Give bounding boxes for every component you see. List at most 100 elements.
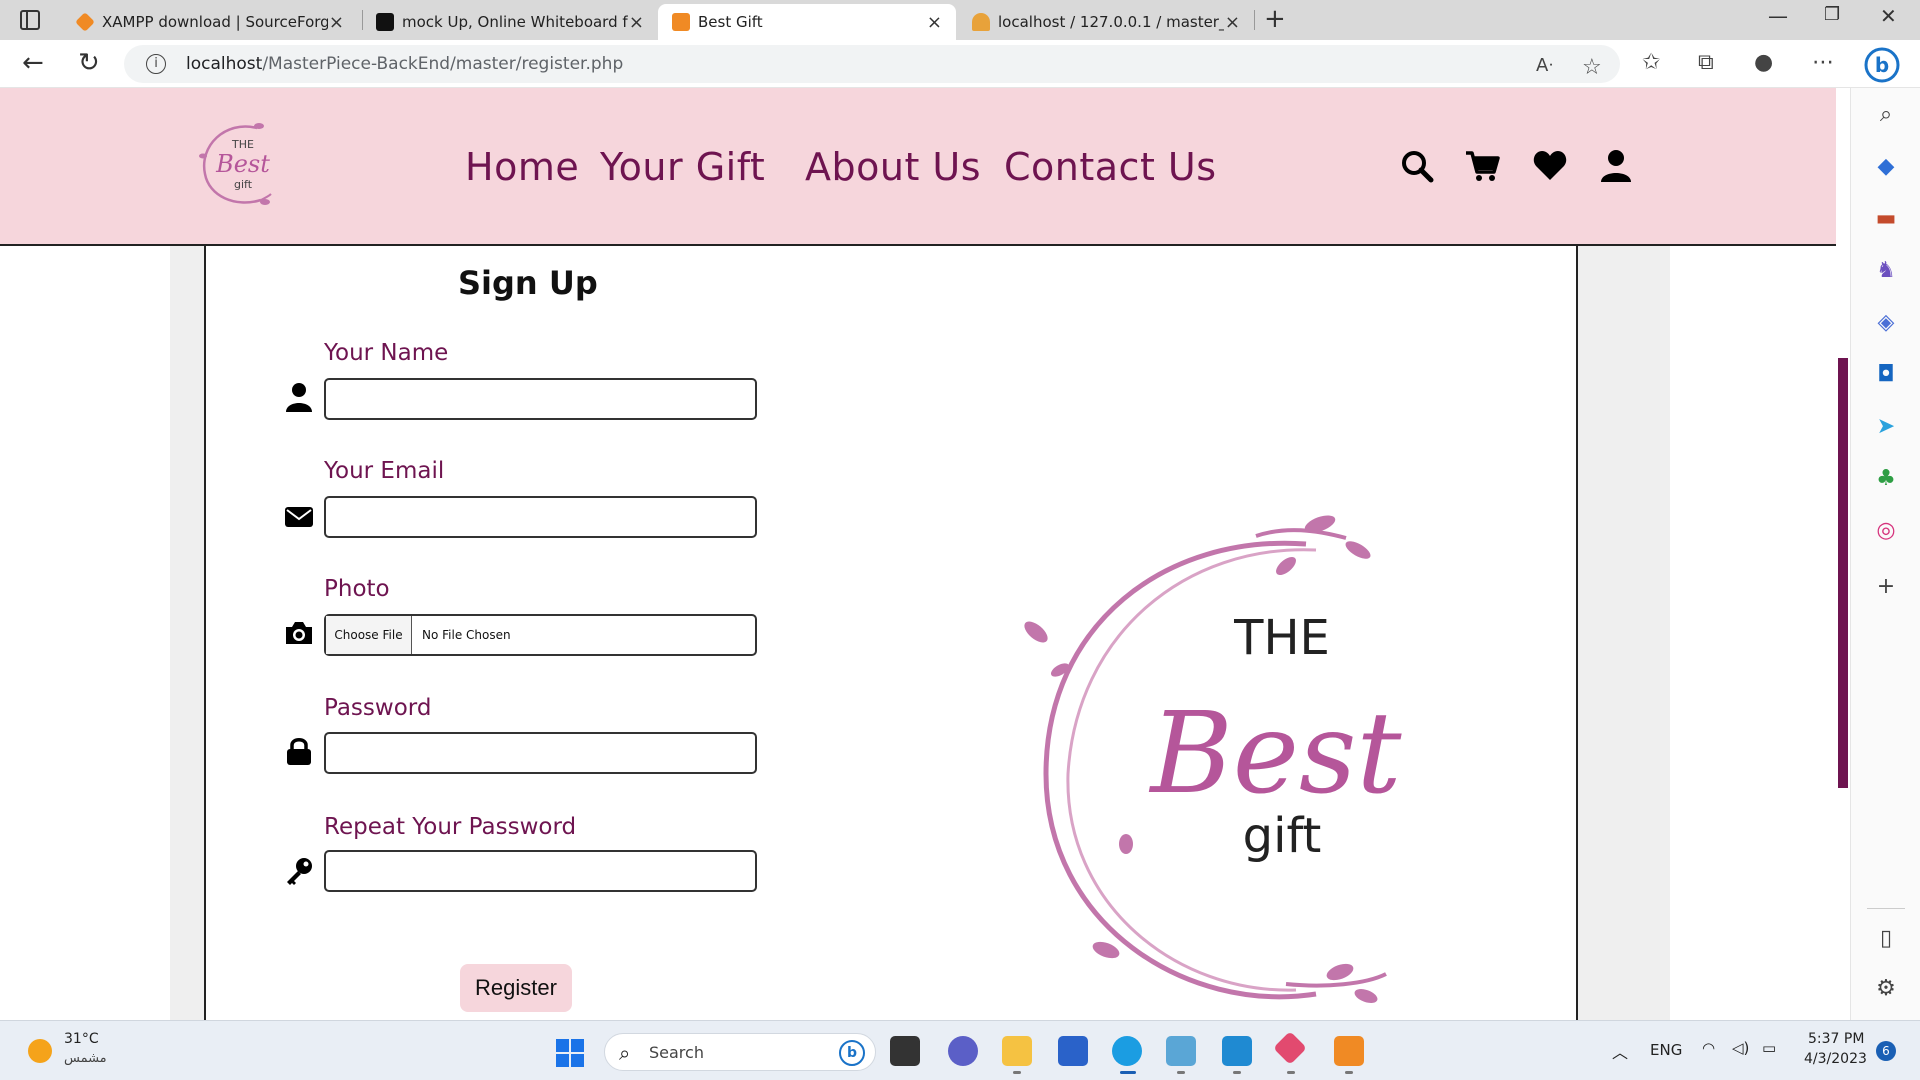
bing-copilot-icon[interactable]: b [1862,46,1902,84]
taskbar-search[interactable]: ⌕ Search b [604,1033,876,1071]
weather-temperature[interactable]: 31°C [64,1031,99,1047]
tab-actions-icon[interactable] [20,10,40,30]
vscode-icon[interactable] [1222,1036,1252,1066]
clock-time[interactable]: 5:37 PM [1808,1031,1864,1047]
url-text[interactable]: localhost/MasterPiece-BackEnd/master/reg… [186,54,623,74]
window-close-icon[interactable]: ✕ [1880,4,1897,28]
signup-title: Sign Up [458,264,598,302]
notification-badge[interactable]: 6 [1876,1041,1896,1061]
tab-title: localhost / 127.0.0.1 / master_pie [998,13,1224,31]
reload-icon[interactable]: ↻ [78,48,100,78]
shopping-tag-icon[interactable]: ◆ [1873,154,1899,180]
tools-icon[interactable]: ▬ [1873,206,1899,232]
close-tab-icon[interactable]: × [629,12,644,33]
microsoft-store-icon[interactable] [1058,1036,1088,1066]
restore-icon[interactable]: ❐ [1824,4,1840,25]
nav-home[interactable]: Home [465,145,579,189]
password-label: Password [324,695,432,721]
sourceforge-icon [75,12,95,32]
choose-file-button[interactable]: Choose File [326,616,412,654]
minimize-icon[interactable]: — [1768,4,1788,28]
edge-browser-icon[interactable] [1112,1036,1142,1066]
site-header: THE Best gift Home Your Gift About Us Co… [0,88,1836,246]
heart-icon[interactable] [1532,148,1568,184]
tab-title: mock Up, Online Whiteboard for [402,13,628,31]
register-button[interactable]: Register [460,964,572,1012]
nav-contact-us[interactable]: Contact Us [1004,145,1217,189]
xampp-icon[interactable] [1334,1036,1364,1066]
nav-about-us[interactable]: About Us [805,145,981,189]
close-tab-icon[interactable]: × [927,12,942,33]
search-icon: ⌕ [619,1041,631,1065]
teams-chat-icon[interactable] [948,1036,978,1066]
clock-date[interactable]: 4/3/2023 [1804,1051,1867,1067]
site-info-icon[interactable]: i [146,54,166,74]
weather-sun-icon[interactable] [28,1039,52,1063]
file-explorer-icon[interactable] [1002,1036,1032,1066]
battery-icon[interactable]: ▭ [1762,1039,1776,1057]
repeat-password-input[interactable] [324,850,757,892]
tab-mockup[interactable]: mock Up, Online Whiteboard for × [362,4,658,40]
edge-sidebar: ⌕ ◆ ▬ ♞ ◈ ◘ ➤ ♣ ◎ + ▯ ⚙ [1850,88,1920,1020]
sidebar-settings-icon[interactable]: ⚙ [1873,976,1899,1002]
windows-start-icon[interactable] [556,1039,584,1067]
camera-icon [286,622,312,644]
brick-background-left [170,246,204,1020]
close-tab-icon[interactable]: × [1225,12,1240,33]
search-icon[interactable] [1399,148,1435,184]
email-input[interactable] [324,496,757,538]
favorites-icon[interactable]: ✩ [1642,50,1660,75]
games-icon[interactable]: ♞ [1873,258,1899,284]
email-label: Your Email [324,458,445,484]
page-scrollbar-thumb[interactable] [1838,358,1848,788]
microsoft365-icon[interactable]: ◈ [1873,310,1899,336]
split-screen-icon[interactable]: ▯ [1873,926,1899,952]
photo-label: Photo [324,576,390,602]
password-input[interactable] [324,732,757,774]
profile-icon[interactable]: ● [1754,50,1773,75]
back-arrow-icon[interactable]: ← [22,48,44,78]
windows-taskbar: 31°C مشمس ⌕ Search b ︿ ENG ◠ ◁) ▭ 5:37 P… [0,1020,1920,1080]
add-sidebar-app-icon[interactable]: + [1873,574,1899,600]
brick-background-right [1578,246,1670,1020]
name-label: Your Name [324,340,449,366]
best-gift-logo: THE Best gift [1024,515,1403,1003]
control-panel-icon[interactable] [1166,1036,1196,1066]
instagram-icon[interactable]: ◎ [1873,518,1899,544]
tab-phpmyadmin[interactable]: localhost / 127.0.0.1 / master_pie × [958,4,1254,40]
phpmyadmin-icon [972,13,990,31]
git-gui-icon[interactable] [1273,1031,1307,1065]
name-input[interactable] [324,378,757,420]
lock-icon [287,738,311,765]
weather-condition[interactable]: مشمس [64,1051,107,1066]
browser-tab-bar: XAMPP download | SourceForge × mock Up, … [0,0,1920,40]
user-icon[interactable] [1598,148,1634,184]
svg-text:gift: gift [1243,808,1322,864]
cart-icon[interactable] [1464,148,1500,184]
read-aloud-icon[interactable]: Aᐧ [1536,55,1553,76]
wifi-icon[interactable]: ◠ [1702,1039,1715,1057]
task-view-icon[interactable] [890,1036,920,1066]
address-bar: ← ↻ i localhost/MasterPiece-BackEnd/mast… [0,40,1920,88]
search-icon[interactable]: ⌕ [1873,102,1899,128]
close-tab-icon[interactable]: × [329,12,344,33]
add-favorite-icon[interactable]: ☆ [1582,55,1602,80]
site-logo[interactable]: THE Best gift [195,116,275,212]
telegram-icon[interactable]: ➤ [1873,414,1899,440]
signup-panel: Sign Up Your Name Your Email Photo Choos… [204,246,1578,1020]
tab-best-gift[interactable]: Best Gift × [658,4,956,40]
tree-icon[interactable]: ♣ [1873,466,1899,492]
repeat-password-label: Repeat Your Password [324,814,577,840]
more-options-icon[interactable]: ⋯ [1812,50,1834,75]
tray-overflow-icon[interactable]: ︿ [1612,1039,1628,1063]
photo-file-input[interactable]: Choose File No File Chosen [324,614,757,656]
tab-xampp[interactable]: XAMPP download | SourceForge × [62,4,358,40]
new-tab-button[interactable]: + [1264,4,1286,34]
svg-text:gift: gift [234,178,253,191]
url-field[interactable]: i localhost/MasterPiece-BackEnd/master/r… [124,45,1620,83]
nav-your-gift[interactable]: Your Gift [600,145,765,189]
language-indicator[interactable]: ENG [1650,1041,1682,1059]
volume-icon[interactable]: ◁) [1732,1039,1749,1057]
collections-icon[interactable]: ⧉ [1698,50,1714,75]
outlook-icon[interactable]: ◘ [1873,362,1899,388]
